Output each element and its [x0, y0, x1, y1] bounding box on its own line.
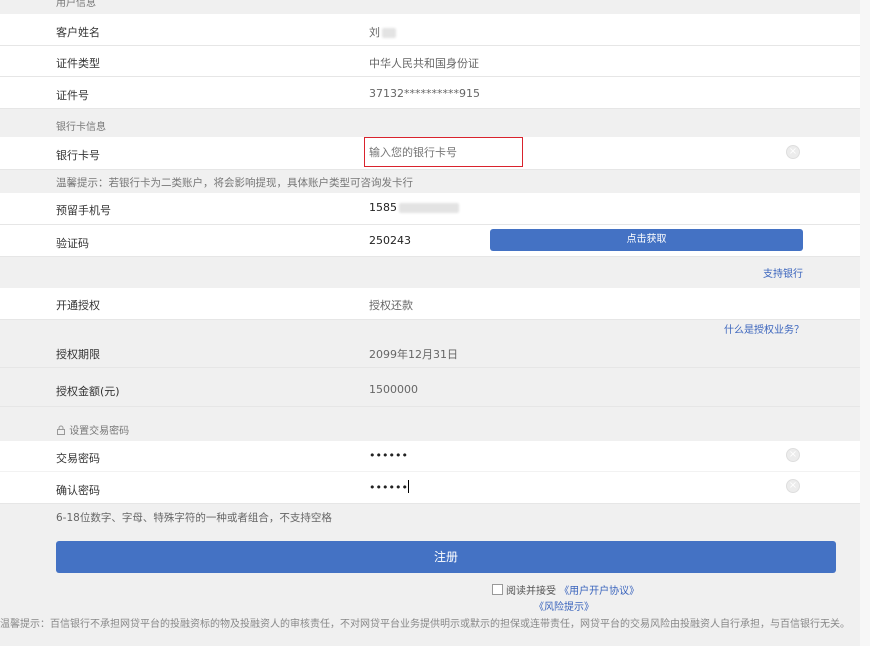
auth-period-label: 授权期限	[56, 348, 100, 361]
row-password: 交易密码 •••••• ×	[0, 441, 860, 472]
agree-text: 阅读并接受	[506, 586, 556, 597]
password-confirm-label: 确认密码	[56, 484, 100, 497]
row-id-number: 证件号 37132**********915	[0, 77, 860, 109]
phone-label: 预留手机号	[56, 204, 111, 217]
auth-amount-label: 授权金额(元)	[56, 385, 120, 398]
id-number-label: 证件号	[56, 89, 89, 102]
auth-label: 开通授权	[56, 299, 100, 312]
scrollbar-track[interactable]	[860, 0, 870, 646]
row-password-confirm: 确认密码 •••••• ×	[0, 472, 860, 504]
what-is-auth-link[interactable]: 什么是授权业务？	[724, 321, 804, 336]
row-verify-code: 验证码 250243 点击获取	[0, 225, 860, 257]
get-code-button[interactable]: 点击获取	[490, 229, 803, 251]
lock-icon	[57, 425, 65, 435]
password-rule: 6-18位数字、字母、特殊字符的一种或者组合，不支持空格	[56, 512, 332, 524]
row-bank-card: 银行卡号 ×	[0, 137, 860, 170]
section-title-bank: 银行卡信息	[56, 122, 106, 133]
auth-period-value: 2099年12月31日	[369, 348, 458, 361]
password-input[interactable]: ••••••	[369, 449, 408, 462]
id-number-value: 37132**********915	[369, 87, 480, 100]
user-agreement-link[interactable]: 《用户开户协议》	[559, 586, 639, 597]
agreement-row: 阅读并接受 《用户开户协议》	[492, 582, 639, 597]
agree-checkbox[interactable]	[492, 584, 503, 595]
id-type-label: 证件类型	[56, 57, 100, 70]
support-bank-link[interactable]: 支持银行	[763, 265, 803, 280]
blurred-text	[399, 203, 459, 213]
footer-disclaimer: 温馨提示：百信银行不承担网贷平台的投融资标的物及投融资人的审核责任，不对网贷平台…	[0, 619, 850, 630]
clear-icon[interactable]: ×	[786, 448, 800, 462]
clear-icon[interactable]: ×	[786, 479, 800, 493]
section-title-user: 用户信息	[56, 0, 96, 9]
row-phone: 预留手机号 1585	[0, 193, 860, 225]
section-title-password: 设置交易密码	[56, 422, 129, 437]
password-confirm-input[interactable]: ••••••	[369, 480, 409, 494]
auth-value: 授权还款	[369, 299, 413, 312]
customer-name-label: 客户姓名	[56, 26, 100, 39]
bank-card-label: 银行卡号	[56, 149, 100, 162]
verify-code-label: 验证码	[56, 237, 89, 250]
bank-card-tip: 温馨提示：若银行卡为二类账户，将会影响提现，具体账户类型可咨询发卡行	[56, 177, 413, 189]
row-auth: 开通授权 授权还款	[0, 288, 860, 320]
row-auth-period: 授权期限 2099年12月31日	[0, 336, 860, 368]
auth-amount-value: 1500000	[369, 383, 418, 396]
row-auth-amount: 授权金额(元) 1500000	[0, 368, 860, 407]
customer-name-value: 刘	[369, 24, 396, 40]
clear-icon[interactable]: ×	[786, 145, 800, 159]
row-customer-name: 客户姓名 刘	[0, 14, 860, 46]
section-title-password-text: 设置交易密码	[69, 426, 130, 437]
id-type-value: 中华人民共和国身份证	[369, 57, 479, 70]
bank-card-input[interactable]	[364, 137, 523, 167]
text-cursor	[407, 480, 409, 493]
password-label: 交易密码	[56, 452, 100, 465]
verify-code-value: 250243	[369, 234, 411, 247]
risk-notice-link[interactable]: 《风险提示》	[534, 598, 594, 613]
blurred-text	[382, 28, 396, 38]
row-id-type: 证件类型 中华人民共和国身份证	[0, 46, 860, 77]
phone-value: 1585	[369, 201, 459, 214]
register-button[interactable]: 注册	[56, 541, 836, 573]
